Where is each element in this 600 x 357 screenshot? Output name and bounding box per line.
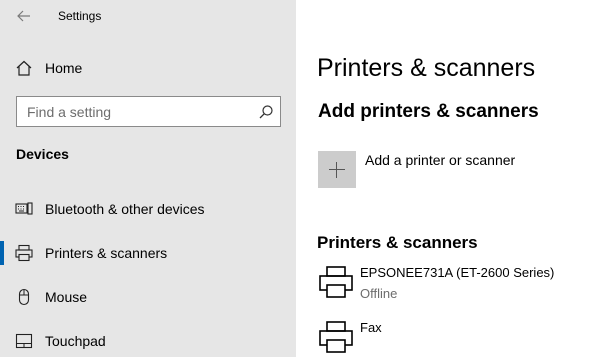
touchpad-icon bbox=[15, 332, 33, 350]
sidebar-item-mouse[interactable]: Mouse bbox=[0, 279, 296, 315]
page-title: Printers & scanners bbox=[317, 54, 536, 82]
printer-item[interactable]: Fax bbox=[318, 320, 600, 357]
nav-home-label: Home bbox=[45, 60, 83, 76]
sidebar-item-label: Printers & scanners bbox=[45, 245, 168, 261]
search-placeholder: Find a setting bbox=[27, 104, 112, 120]
back-arrow-icon[interactable] bbox=[14, 6, 34, 26]
sidebar-item-label: Touchpad bbox=[45, 333, 106, 349]
window-title: Settings bbox=[58, 9, 102, 23]
home-icon bbox=[15, 59, 33, 77]
printer-name: Fax bbox=[360, 320, 382, 335]
printer-name: EPSONEE731A (ET-2600 Series) bbox=[360, 265, 555, 280]
keyboard-icon bbox=[15, 200, 33, 218]
sidebar-item-bluetooth[interactable]: Bluetooth & other devices bbox=[0, 191, 296, 227]
printer-item[interactable]: EPSONEE731A (ET-2600 Series) Offline bbox=[318, 265, 600, 311]
sidebar-item-printers[interactable]: Printers & scanners bbox=[0, 235, 296, 271]
printer-icon bbox=[318, 320, 354, 356]
sidebar: Settings Home Find a setting Devices Blu… bbox=[0, 0, 296, 357]
sidebar-item-label: Bluetooth & other devices bbox=[45, 201, 205, 217]
sidebar-item-touchpad[interactable]: Touchpad bbox=[0, 323, 296, 357]
mouse-icon bbox=[15, 288, 33, 306]
add-printer-button[interactable] bbox=[318, 151, 356, 188]
printer-icon bbox=[15, 244, 33, 262]
printer-icon bbox=[318, 265, 354, 301]
sidebar-item-label: Mouse bbox=[45, 289, 88, 305]
search-input[interactable]: Find a setting bbox=[16, 96, 281, 127]
add-section-heading: Add printers & scanners bbox=[318, 101, 539, 122]
selection-indicator bbox=[0, 241, 4, 265]
search-icon[interactable] bbox=[258, 104, 274, 120]
add-printer-label[interactable]: Add a printer or scanner bbox=[365, 152, 515, 168]
section-heading: Devices bbox=[16, 146, 69, 162]
nav-home[interactable]: Home bbox=[0, 52, 296, 84]
printers-list-heading: Printers & scanners bbox=[317, 233, 478, 252]
printer-status: Offline bbox=[360, 286, 398, 301]
plus-icon-stroke bbox=[336, 162, 337, 178]
plus-icon bbox=[329, 169, 345, 170]
